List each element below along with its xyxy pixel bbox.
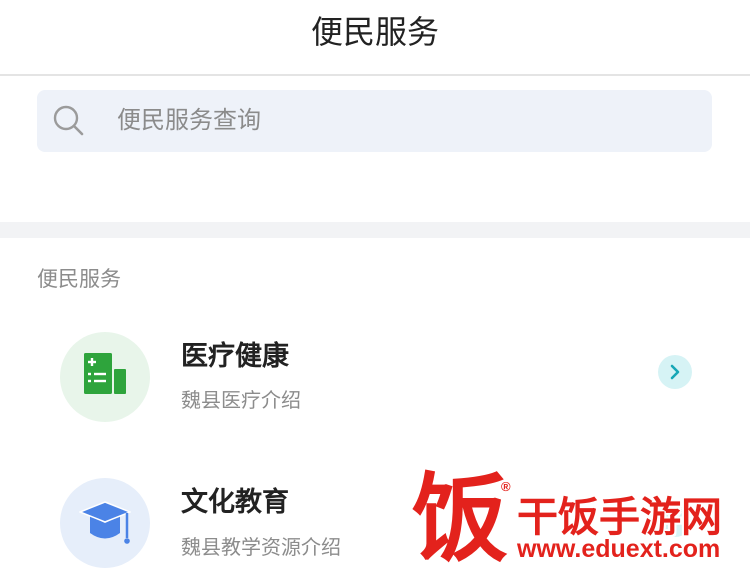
service-title: 文化教育 (181, 487, 289, 517)
section-divider (0, 222, 750, 238)
medical-document-icon (84, 353, 126, 394)
service-title: 医疗健康 (181, 341, 289, 371)
chevron-right-icon[interactable] (658, 355, 692, 389)
education-icon-badge (60, 478, 150, 568)
search-icon[interactable] (51, 103, 87, 139)
service-item-education[interactable]: 文化教育 魏县教学资源介绍 (0, 468, 750, 574)
search-bar[interactable] (37, 90, 712, 152)
service-subtitle: 魏县教学资源介绍 (181, 537, 341, 559)
graduation-cap-icon (79, 501, 131, 544)
medical-icon-badge (60, 332, 150, 422)
page-title: 便民服务 (310, 14, 439, 50)
service-subtitle: 魏县医疗介绍 (181, 390, 301, 412)
search-input[interactable] (117, 90, 697, 152)
section-title: 便民服务 (37, 268, 121, 291)
app-header: 便民服务 (0, 0, 750, 76)
chevron-right-icon[interactable] (658, 503, 692, 537)
service-item-medical[interactable]: 医疗健康 魏县医疗介绍 (0, 322, 750, 434)
